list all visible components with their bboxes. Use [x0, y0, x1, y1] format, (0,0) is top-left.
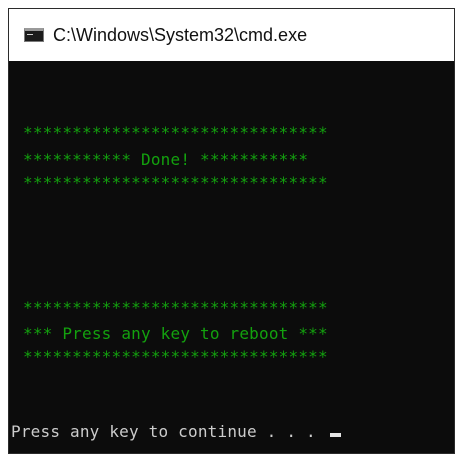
title-bar[interactable]: C:\Windows\System32\cmd.exe	[9, 9, 454, 61]
window-title: C:\Windows\System32\cmd.exe	[53, 24, 308, 45]
text-cursor	[329, 433, 341, 437]
cmd-icon	[24, 28, 44, 42]
cmd-window[interactable]: C:\Windows\System32\cmd.exe ************…	[8, 8, 455, 454]
continue-prompt-text: Press any key to continue . . .	[11, 422, 326, 441]
banner-top-border-2: *******************************	[23, 298, 328, 317]
console-output[interactable]: ******************************* ********…	[9, 61, 454, 453]
continue-prompt-line: Press any key to continue . . .	[11, 423, 341, 441]
reboot-message-line: *** Press any key to reboot ***	[23, 324, 328, 343]
banner-bottom-border-2: *******************************	[23, 347, 328, 366]
banner-top-border-1: *******************************	[23, 123, 328, 142]
done-message-line: *********** Done! ***********	[23, 150, 309, 169]
banner-bottom-border-1: *******************************	[23, 173, 328, 192]
